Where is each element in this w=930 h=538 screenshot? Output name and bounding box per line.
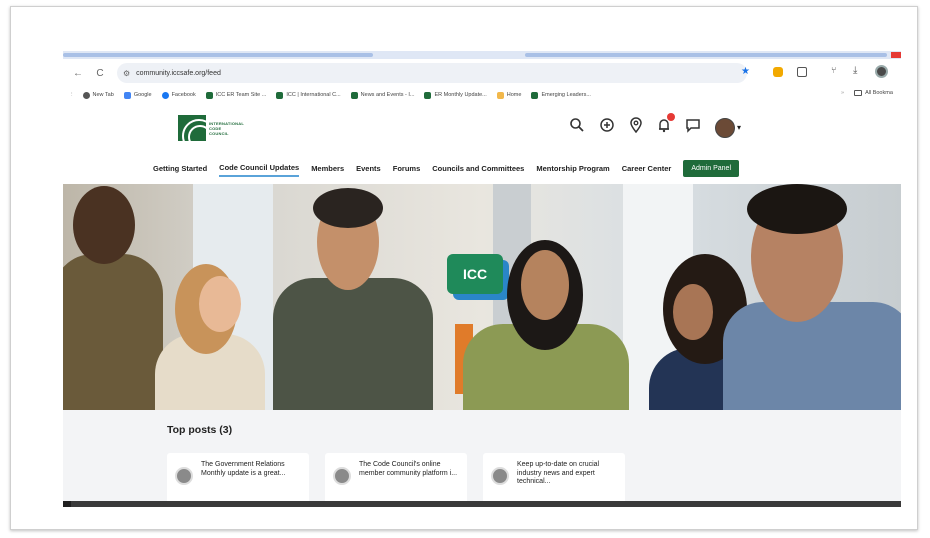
bookmarks-overflow-icon[interactable]: » <box>841 90 844 96</box>
site-icon <box>276 91 284 99</box>
url-bar[interactable]: ⚙ community.iccsafe.org/feed <box>117 63 747 83</box>
video-progress-fill <box>63 501 71 507</box>
home-folder-icon <box>496 91 504 99</box>
extensions-puzzle-icon[interactable] <box>797 67 807 77</box>
icc-sign: ICC <box>447 254 503 294</box>
add-circle-icon[interactable] <box>599 117 615 138</box>
url-text[interactable]: community.iccsafe.org/feed <box>136 70 221 77</box>
location-pin-icon[interactable] <box>629 117 643 138</box>
post-text[interactable]: Keep up-to-date on crucial industry news… <box>517 461 617 499</box>
nav-forums[interactable]: Forums <box>393 161 421 176</box>
person-hair <box>747 184 847 234</box>
post-text[interactable]: The Code Council's online member communi… <box>359 461 459 499</box>
bookmarks-right: » All Bookma <box>841 90 893 96</box>
browser-profile-avatar[interactable] <box>875 65 888 78</box>
bookmark-er-monthly[interactable]: ER Monthly Update... <box>424 91 487 99</box>
tab-strip[interactable] <box>63 51 901 59</box>
tab-inactive[interactable] <box>525 53 887 57</box>
bookmarks-divider: ⋮ <box>69 92 75 98</box>
window-close-mark[interactable] <box>891 52 901 58</box>
person-head <box>521 250 569 320</box>
bookmark-emerging-leaders[interactable]: Emerging Leaders... <box>531 91 591 99</box>
person-head <box>73 186 135 264</box>
chevron-down-icon[interactable]: ▾ <box>737 123 741 132</box>
site-icon <box>350 91 358 99</box>
icc-logo-text: INTERNATIONAL CODE COUNCIL <box>209 120 244 136</box>
video-progress-bar[interactable] <box>63 501 901 507</box>
header-icons: ▾ <box>569 113 741 138</box>
new-tab-icon <box>82 91 90 99</box>
person-hair <box>313 188 383 228</box>
bookmark-home[interactable]: Home <box>496 91 521 99</box>
bookmark-icc-international[interactable]: ICC | International C... <box>276 91 341 99</box>
search-icon[interactable] <box>569 117 585 138</box>
all-bookmarks-link[interactable]: All Bookma <box>865 90 893 96</box>
nav-code-council-updates[interactable]: Code Council Updates <box>219 160 300 177</box>
nav-mentorship-program[interactable]: Mentorship Program <box>536 161 609 176</box>
hero-image: ICC <box>63 184 901 410</box>
person-head <box>673 284 713 340</box>
reload-icon[interactable]: C <box>93 68 107 79</box>
post-text[interactable]: The Government Relations Monthly update … <box>201 461 301 499</box>
folder-icon <box>854 90 863 96</box>
icc-logo-mark <box>178 115 206 141</box>
bookmarks-bar: ⋮ New Tab Google Facebook ICC ER Team Si… <box>63 87 901 103</box>
person-head <box>199 276 241 332</box>
site-header: INTERNATIONAL CODE COUNCIL ▾ <box>63 103 901 153</box>
facebook-icon <box>161 91 169 99</box>
author-avatar <box>175 467 193 485</box>
site-icon <box>205 91 213 99</box>
google-icon <box>123 91 131 99</box>
post-card[interactable]: Keep up-to-date on crucial industry news… <box>483 453 625 507</box>
site-info-icon[interactable]: ⚙ <box>123 69 130 78</box>
icc-logo[interactable]: INTERNATIONAL CODE COUNCIL <box>178 115 244 141</box>
post-card[interactable]: The Government Relations Monthly update … <box>167 453 309 507</box>
nav-members[interactable]: Members <box>311 161 344 176</box>
feed-section: Top posts (3) The Government Relations M… <box>63 410 901 507</box>
bookmark-facebook[interactable]: Facebook <box>161 91 196 99</box>
tab-active[interactable] <box>63 53 373 57</box>
bookmark-new-tab[interactable]: New Tab <box>82 91 114 99</box>
site-icon <box>531 91 539 99</box>
bookmark-news-events[interactable]: News and Events - I... <box>350 91 414 99</box>
person-body <box>63 254 163 410</box>
author-avatar <box>491 467 509 485</box>
browser-window: ← C ⚙ community.iccsafe.org/feed ★ ⑂ ⤓ ⋮… <box>63 51 901 507</box>
screenshot-frame: ← C ⚙ community.iccsafe.org/feed ★ ⑂ ⤓ ⋮… <box>10 6 918 530</box>
address-row: ← C ⚙ community.iccsafe.org/feed ★ ⑂ ⤓ <box>63 61 901 85</box>
nav-events[interactable]: Events <box>356 161 381 176</box>
main-nav: Getting Started Code Council Updates Mem… <box>153 157 740 179</box>
user-menu[interactable]: ▾ <box>715 117 741 138</box>
bell-icon[interactable] <box>657 113 675 138</box>
download-icon[interactable]: ⤓ <box>853 65 857 76</box>
site-icon <box>424 91 432 99</box>
post-card[interactable]: The Code Council's online member communi… <box>325 453 467 507</box>
notification-badge <box>667 113 675 121</box>
nav-councils-committees[interactable]: Councils and Committees <box>432 161 524 176</box>
filter-icon[interactable]: ⑂ <box>831 65 836 75</box>
bookmark-icc-er-team[interactable]: ICC ER Team Site ... <box>205 91 266 99</box>
person-body <box>273 278 433 410</box>
bookmark-google[interactable]: Google <box>123 91 152 99</box>
chat-icon[interactable] <box>685 117 701 138</box>
user-avatar[interactable] <box>715 117 735 138</box>
bookmark-star-icon[interactable]: ★ <box>741 66 750 77</box>
top-posts-heading: Top posts (3) <box>167 424 233 436</box>
nav-getting-started[interactable]: Getting Started <box>153 161 207 176</box>
author-avatar <box>333 467 351 485</box>
nav-career-center[interactable]: Career Center <box>622 161 672 176</box>
extension-icon[interactable] <box>773 67 783 77</box>
back-icon[interactable]: ← <box>71 68 85 79</box>
admin-panel-button[interactable]: Admin Panel <box>683 159 740 177</box>
